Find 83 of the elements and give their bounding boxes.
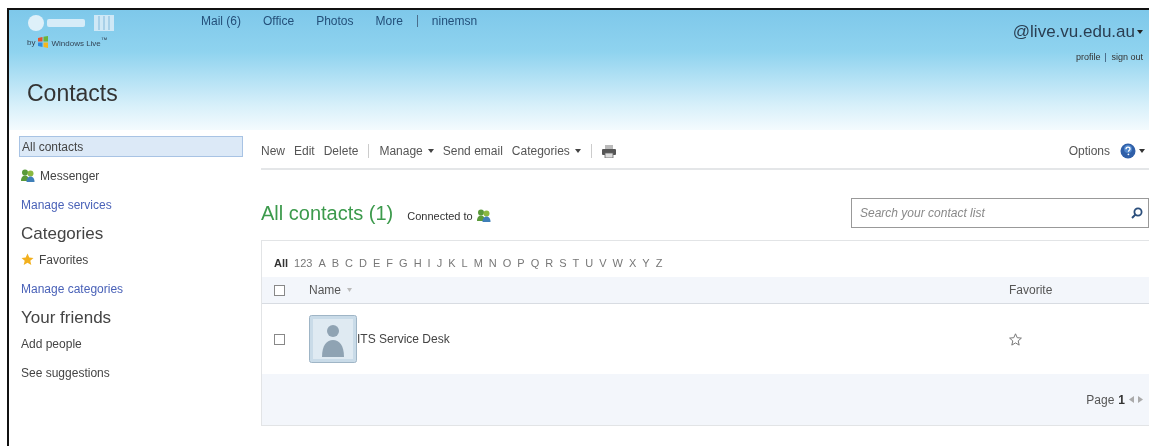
logo-icon [27,14,87,32]
nav-link[interactable]: Photos [316,14,354,28]
letter-filter[interactable]: R [545,257,554,269]
previous-icon[interactable] [1129,396,1134,403]
people-icon [476,209,491,222]
toolbar-button[interactable]: Edit [294,144,315,158]
brand-prefix: by [27,37,36,47]
page-title: Contacts [27,80,119,107]
letter-filter[interactable]: W [612,257,623,269]
letter-filter[interactable]: L [461,257,468,269]
caret-icon [427,149,434,153]
letter-filter[interactable]: S [559,257,567,269]
letter-filter[interactable]: F [386,257,394,269]
account-email[interactable]: @live.vu.edu.au [1012,22,1135,42]
account-link[interactable]: sign out [1111,52,1143,62]
letter-filter[interactable]: Z [655,257,663,269]
search-icon[interactable] [1131,207,1143,219]
letter-filter[interactable]: V [599,257,607,269]
letter-filter[interactable]: 123 [294,257,313,269]
sidebar-link[interactable]: Manage services [19,194,243,215]
letter-filter[interactable]: O [502,257,512,269]
favorite-star-icon[interactable] [1009,332,1022,346]
caret-icon [1137,30,1143,34]
letter-filter[interactable]: Q [530,257,540,269]
people-icon [21,169,35,182]
column-header[interactable]: Favorite [1009,283,1149,297]
letter-filter[interactable]: Y [642,257,650,269]
column-header[interactable]: Name [309,283,341,297]
search-field[interactable]: Search your contact list [851,198,1149,228]
windows-flag-icon [37,36,50,48]
letter-filter[interactable]: X [628,257,637,269]
nav-link[interactable]: More [375,14,403,28]
sort-icon [347,288,352,292]
nav-link[interactable]: ninemsn [431,14,478,28]
star-icon [21,253,34,266]
toolbar-button[interactable]: Manage [379,144,434,158]
letter-filter[interactable]: A [318,257,326,269]
letter-filter[interactable]: N [488,257,497,269]
letter-filter[interactable]: K [448,257,456,269]
sidebar-item[interactable]: Messenger [19,165,243,186]
letter-filter[interactable]: P [517,257,525,269]
sidebar-link[interactable]: Manage categories [19,278,243,299]
caret-icon [574,149,581,153]
brand-name: Windows Live$^{™}$ [51,36,108,48]
toolbar-button[interactable]: New [261,144,285,158]
avatar-icon [309,315,357,363]
help-icon[interactable] [1120,143,1136,159]
printer-icon[interactable] [601,144,616,158]
letter-filter[interactable]: G [399,257,408,269]
page-number: 1 [1118,392,1125,407]
next-icon[interactable] [1138,396,1143,403]
sidebar-item[interactable]: Add people [19,333,243,354]
toolbar-button[interactable]: Categories [511,144,581,158]
nav-link[interactable]: Mail (6) [201,14,241,28]
sidebar-item[interactable]: See suggestions [19,362,243,383]
list-heading: All contacts (1) [261,201,394,225]
section-heading: Your friends [21,308,113,328]
letter-filter[interactable]: E [373,257,381,269]
caret-icon [1139,149,1145,153]
letter-filter[interactable]: T [572,257,580,269]
checkbox[interactable] [274,284,285,296]
sidebar-item[interactable]: Favorites [19,249,243,270]
sidebar-item[interactable]: All contacts [19,136,243,157]
letter-filter[interactable]: H [413,257,422,269]
nav-link[interactable]: Office [263,14,295,28]
section-heading: Categories [21,224,105,244]
checkbox[interactable] [274,333,285,345]
letter-filter[interactable]: B [331,257,340,269]
letter-filter[interactable]: I [427,257,431,269]
contact-name[interactable]: ITS Service Desk [357,332,991,346]
letter-filter[interactable]: D [359,257,367,269]
account-link[interactable]: profile [1075,52,1101,62]
letter-filter[interactable]: U [585,257,594,269]
connected-label: Connected to [407,209,473,222]
letter-filter[interactable]: J [436,257,443,269]
options-button[interactable]: Options [1068,144,1110,158]
letter-filter[interactable]: C [345,257,354,269]
letter-filter[interactable]: M [473,257,483,269]
grid-icon [93,14,115,32]
page-label: Page [1086,392,1115,407]
toolbar-button[interactable]: Send email [442,144,503,158]
letter-filter[interactable]: All [274,257,289,269]
toolbar-button[interactable]: Delete [323,144,359,158]
